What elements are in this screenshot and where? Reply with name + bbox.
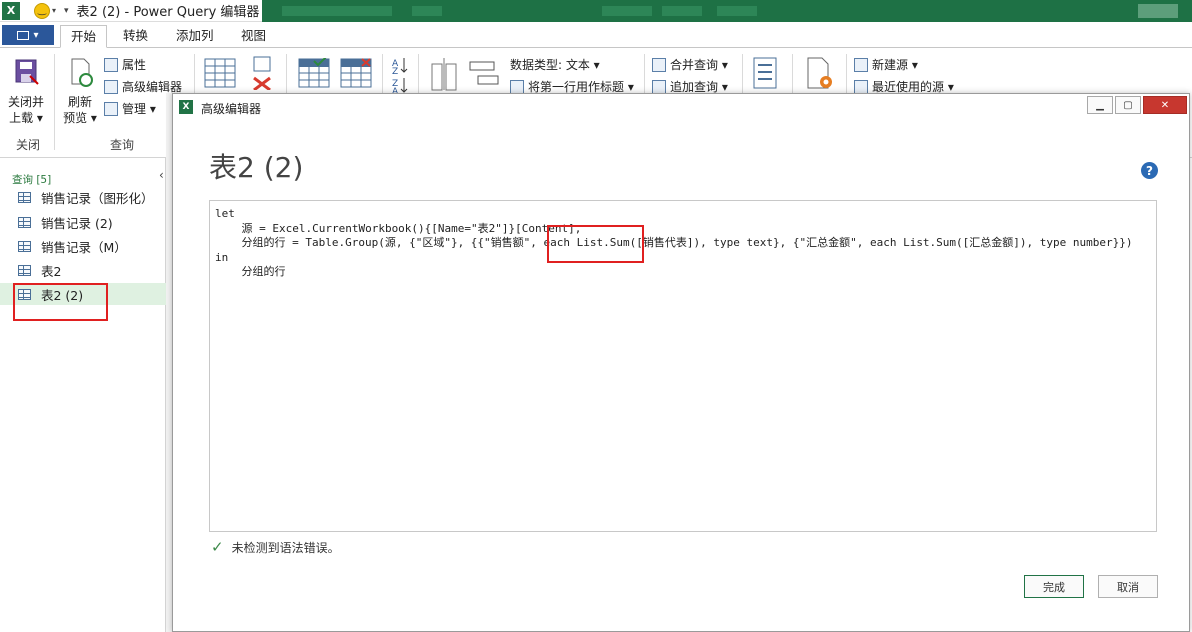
checkmark-icon: ✓: [211, 538, 224, 556]
remove-rows-icon[interactable]: [340, 58, 372, 88]
excel-logo-icon: X: [2, 1, 20, 20]
file-menu-button[interactable]: ▾: [2, 25, 54, 45]
manage-icon: [104, 101, 118, 116]
refresh-label: 刷新: [67, 95, 92, 109]
sort-icon[interactable]: AZ ZA: [392, 56, 408, 94]
data-source-settings-icon[interactable]: [804, 56, 834, 92]
ribbon-tab-bar: ▾ 开始 转换 添加列 视图: [0, 22, 1192, 48]
close-and-load-button[interactable]: 关闭并 上载 ▾: [4, 56, 48, 126]
append-queries-icon: [652, 79, 666, 94]
query-item-sales-graphic[interactable]: 销售记录（图形化）: [18, 186, 166, 208]
merge-queries-icon: [652, 57, 666, 72]
window-controls[interactable]: [1138, 4, 1178, 18]
properties-button[interactable]: 属性: [104, 56, 146, 73]
table-icon: [18, 191, 31, 203]
customize-quick-access-icon[interactable]: ▾: [64, 6, 69, 16]
close-and-load-label: 关闭并: [7, 95, 44, 109]
queries-navigator: 查询 [5] ‹ 销售记录（图形化） 销售记录 (2) 销售记录（M） 表2 表…: [0, 158, 166, 632]
query-item-sales-m[interactable]: 销售记录（M）: [18, 235, 166, 257]
query-heading: 表2 (2): [209, 151, 304, 184]
excel-logo-icon: X: [179, 100, 193, 114]
properties-label: 属性: [122, 58, 147, 72]
m-code-text[interactable]: let 源 = Excel.CurrentWorkbook(){[Name="表…: [215, 207, 1133, 280]
advanced-editor-dialog: X 高级编辑器 ▁ ▢ ✕ 表2 (2) ? let 源 = Excel.Cur…: [172, 93, 1190, 632]
syntax-status-text: 未检测到语法错误。: [231, 540, 340, 555]
tab-home[interactable]: 开始: [60, 25, 108, 48]
keep-rows-icon[interactable]: [298, 58, 330, 88]
code-editor[interactable]: let 源 = Excel.CurrentWorkbook(){[Name="表…: [209, 200, 1157, 532]
queries-header: 查询 [5]: [12, 174, 52, 186]
data-type-dropdown[interactable]: 数据类型: 文本 ▾: [510, 56, 600, 73]
title-bar: X ▾ ▾ 表2 (2) - Power Query 编辑器: [0, 0, 1192, 22]
manage-parameters-icon[interactable]: [752, 56, 778, 90]
merge-queries-label: 合并查询 ▾: [670, 58, 728, 72]
smiley-feedback-icon[interactable]: [34, 2, 50, 19]
manage-button[interactable]: 管理 ▾: [104, 100, 156, 117]
refresh-icon: [71, 58, 93, 87]
table-icon: [18, 264, 31, 276]
save-close-icon: [15, 59, 39, 85]
new-source-label: 新建源 ▾: [872, 58, 918, 72]
done-button[interactable]: 完成: [1024, 575, 1084, 598]
query-item-sales-2[interactable]: 销售记录 (2): [18, 211, 166, 233]
refresh-preview-button[interactable]: 刷新 预览 ▾: [58, 56, 102, 126]
window-title: 表2 (2) - Power Query 编辑器: [76, 5, 260, 20]
choose-columns-icon[interactable]: [204, 58, 236, 88]
close-group-label: 关闭: [16, 138, 41, 152]
close-button[interactable]: ✕: [1143, 96, 1187, 114]
query-item-table2[interactable]: 表2: [18, 259, 166, 281]
refresh-label-2: 预览 ▾: [63, 111, 97, 125]
collapse-navigator-icon[interactable]: ‹: [159, 168, 164, 182]
cancel-button[interactable]: 取消: [1098, 575, 1158, 598]
tab-view[interactable]: 视图: [231, 25, 276, 48]
minimize-button[interactable]: ▁: [1087, 96, 1113, 114]
new-source-button[interactable]: 新建源 ▾: [854, 56, 918, 73]
excel-background-titlebar: [262, 0, 1192, 22]
table-icon: [18, 216, 31, 228]
tab-add-column[interactable]: 添加列: [166, 25, 224, 48]
recent-sources-icon: [854, 79, 868, 94]
highlight-box-selected-query: [13, 283, 108, 321]
remove-columns-icon[interactable]: [248, 56, 276, 90]
syntax-status: ✓ 未检测到语法错误。: [211, 538, 340, 556]
query-item-label: 销售记录 (2): [41, 215, 113, 231]
query-item-label: 销售记录（图形化）: [41, 190, 154, 206]
merge-queries-button[interactable]: 合并查询 ▾: [652, 56, 728, 73]
close-and-load-label-2: 上载 ▾: [9, 111, 43, 125]
query-item-label: 销售记录（M）: [41, 239, 127, 255]
new-source-icon: [854, 57, 868, 72]
dialog-title-bar: X 高级编辑器 ▁ ▢ ✕: [173, 94, 1189, 120]
data-type-label: 数据类型: 文本 ▾: [510, 58, 600, 72]
help-icon[interactable]: ?: [1141, 162, 1158, 179]
maximize-button[interactable]: ▢: [1115, 96, 1141, 114]
table-header-icon: [510, 79, 524, 94]
tab-transform[interactable]: 转换: [113, 25, 158, 48]
split-column-icon[interactable]: [428, 56, 460, 92]
table-icon: [18, 240, 31, 252]
query-group-label: 查询: [110, 138, 135, 152]
manage-label: 管理 ▾: [122, 102, 156, 116]
properties-icon: [104, 57, 118, 72]
query-item-label: 表2: [41, 263, 62, 279]
svg-text:Z: Z: [392, 67, 398, 77]
highlight-box-each-list-sum: [547, 225, 644, 263]
dialog-title: 高级编辑器: [201, 102, 262, 116]
advanced-editor-icon: [104, 79, 118, 94]
chevron-down-icon[interactable]: ▾: [52, 6, 56, 15]
group-by-icon[interactable]: [468, 60, 500, 88]
